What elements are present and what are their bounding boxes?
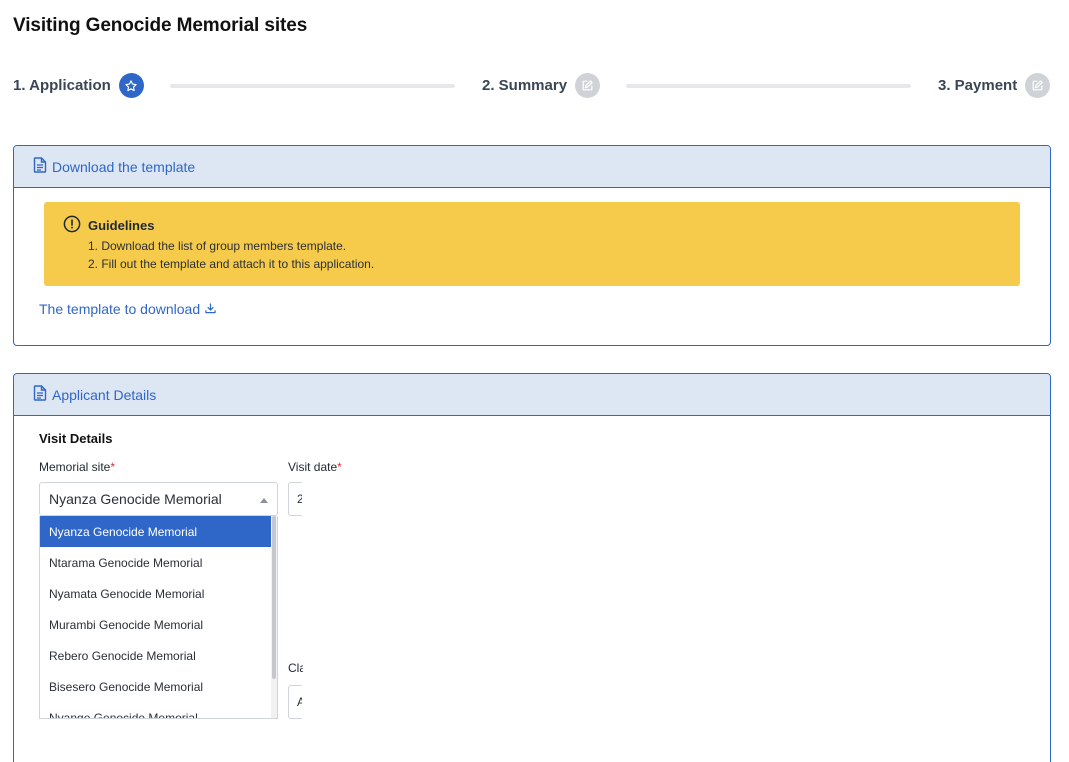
required-mark: * bbox=[110, 460, 116, 474]
template-panel-header[interactable]: Download the template bbox=[14, 146, 1050, 188]
document-icon bbox=[33, 385, 47, 404]
step-connector bbox=[626, 84, 911, 88]
partial-field-value: A bbox=[297, 695, 302, 709]
caret-up-icon bbox=[260, 498, 268, 503]
dropdown-option[interactable]: Nyamata Genocide Memorial bbox=[40, 578, 272, 609]
visit-date-label-text: Visit date bbox=[288, 460, 338, 474]
guideline-item: 1. Download the list of group members te… bbox=[88, 239, 347, 253]
page-title: Visiting Genocide Memorial sites bbox=[13, 15, 308, 36]
template-download-link[interactable]: The template to download bbox=[39, 301, 216, 317]
dropdown-option[interactable]: Nyange Genocide Memorial bbox=[40, 702, 272, 719]
document-icon bbox=[33, 157, 47, 176]
partial-field-label: Cla bbox=[288, 661, 303, 675]
edit-icon bbox=[1025, 73, 1051, 98]
memorial-site-label-text: Memorial site bbox=[39, 460, 111, 474]
dropdown-scrollbar[interactable] bbox=[271, 516, 277, 718]
applicant-panel-title: Applicant Details bbox=[52, 386, 157, 403]
step-label: 1. Application bbox=[13, 77, 111, 94]
step-label: 3. Payment bbox=[938, 77, 1018, 94]
dropdown-option[interactable]: Nyanza Genocide Memorial bbox=[40, 516, 272, 547]
partial-field-input[interactable]: A bbox=[288, 685, 302, 719]
edit-icon bbox=[575, 73, 601, 98]
memorial-site-value: Nyanza Genocide Memorial bbox=[49, 491, 222, 507]
template-panel-title: Download the template bbox=[52, 158, 196, 175]
visit-details-heading: Visit Details bbox=[39, 431, 113, 446]
step-connector bbox=[170, 84, 455, 88]
step-label: 2. Summary bbox=[482, 77, 568, 94]
download-icon bbox=[205, 301, 216, 317]
stepper: 1. Application 2. Summary 3. Payment bbox=[13, 73, 1053, 99]
download-link-label: The template to download bbox=[39, 301, 201, 317]
visit-date-label: Visit date* bbox=[288, 460, 342, 474]
step-application[interactable]: 1. Application bbox=[13, 73, 144, 98]
step-payment[interactable]: 3. Payment bbox=[938, 73, 1051, 98]
visit-date-value: 2 bbox=[297, 492, 302, 506]
applicant-panel: Applicant Details Visit Details Memorial… bbox=[13, 373, 1051, 762]
memorial-site-dropdown[interactable]: Nyanza Genocide Memorial Ntarama Genocid… bbox=[39, 516, 278, 719]
step-summary[interactable]: 2. Summary bbox=[482, 73, 601, 98]
alert-circle-icon bbox=[63, 215, 81, 236]
dropdown-option[interactable]: Murambi Genocide Memorial bbox=[40, 609, 272, 640]
dropdown-option[interactable]: Ntarama Genocide Memorial bbox=[40, 547, 272, 578]
dropdown-option[interactable]: Bisesero Genocide Memorial bbox=[40, 671, 272, 702]
star-icon bbox=[118, 73, 144, 98]
memorial-site-select[interactable]: Nyanza Genocide Memorial bbox=[39, 482, 278, 516]
guidelines-title: Guidelines bbox=[88, 218, 155, 233]
required-mark: * bbox=[337, 460, 342, 474]
guideline-item: 2. Fill out the template and attach it t… bbox=[88, 257, 375, 271]
memorial-site-label: Memorial site* bbox=[39, 460, 115, 474]
template-panel: Download the template Guidelines 1. Down… bbox=[13, 145, 1051, 346]
visit-date-input[interactable]: 2 bbox=[288, 482, 302, 516]
applicant-panel-header[interactable]: Applicant Details bbox=[14, 374, 1050, 416]
dropdown-scrollbar-thumb[interactable] bbox=[272, 516, 276, 679]
guidelines-box: Guidelines 1. Download the list of group… bbox=[44, 202, 1020, 286]
dropdown-option[interactable]: Rebero Genocide Memorial bbox=[40, 640, 272, 671]
